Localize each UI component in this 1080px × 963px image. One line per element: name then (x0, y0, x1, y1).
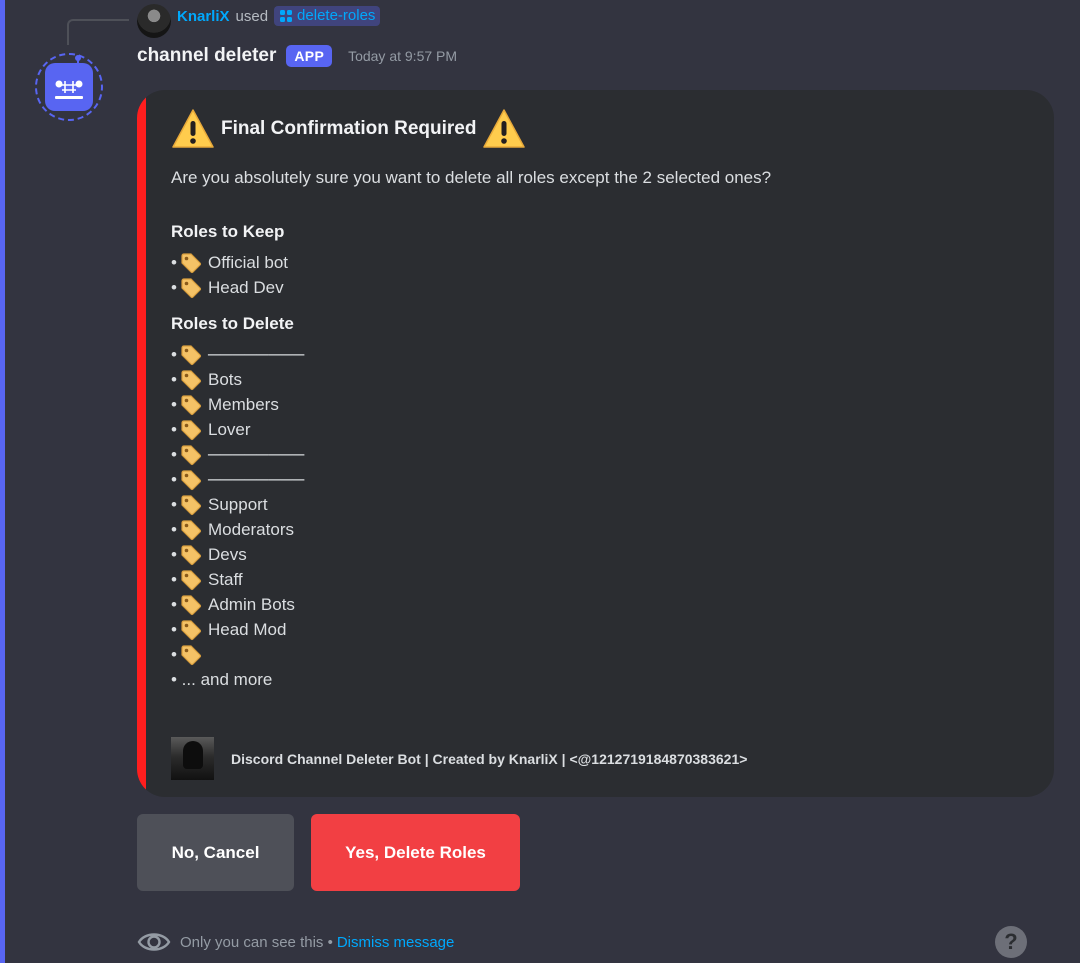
bullet: • (171, 369, 177, 389)
role-list-item: • Moderators (171, 517, 1024, 542)
role-name: Head Mod (208, 619, 287, 639)
label-tag-icon (181, 594, 202, 615)
role-list-item: • Bots (171, 367, 1024, 392)
reply-spine (67, 19, 129, 45)
role-list-item: • Members (171, 392, 1024, 417)
label-tag-icon (181, 444, 202, 465)
message-timestamp[interactable]: Today at 9:57 PM (348, 48, 457, 64)
bullet: • (171, 469, 177, 489)
highlight-accent-bar (0, 0, 5, 963)
role-name: ──────── (208, 444, 305, 464)
confirmation-embed: Final Confirmation Required Are you abso… (137, 90, 1054, 797)
bullet: • (171, 444, 177, 464)
bullet: • (171, 569, 177, 589)
eye-icon (137, 933, 171, 951)
slash-command-pill[interactable]: delete-roles (274, 6, 381, 26)
reply-user-avatar[interactable] (137, 4, 171, 38)
label-tag-icon (181, 419, 202, 440)
label-tag-icon (181, 544, 202, 565)
embed-color-strip (137, 90, 146, 797)
role-list-item: • ──────── (171, 442, 1024, 467)
help-icon[interactable]: ? (995, 926, 1027, 958)
bullet: • (171, 494, 177, 514)
bullet: • (171, 544, 177, 564)
role-list-item: • Head Dev (171, 275, 1024, 300)
roles-to-keep-heading: Roles to Keep (171, 222, 285, 241)
role-name: Admin Bots (208, 594, 295, 614)
role-name: Staff (208, 569, 243, 589)
role-name: Members (208, 394, 279, 414)
role-list-item: • Admin Bots (171, 592, 1024, 617)
embed-description: Are you absolutely sure you want to dele… (171, 168, 772, 187)
message-header: channel deleter APP Today at 9:57 PM (137, 45, 457, 67)
bullet: • (171, 519, 177, 539)
embed-title: Final Confirmation Required (171, 108, 1024, 150)
role-list-item: • ──────── (171, 467, 1024, 492)
bullet: • (171, 644, 177, 664)
label-tag-icon (181, 519, 202, 540)
role-name: Moderators (208, 519, 294, 539)
bullet: • (171, 594, 177, 614)
role-name: ──────── (208, 344, 305, 364)
cancel-button[interactable]: No, Cancel (137, 814, 294, 891)
and-more-text: • ... and more (171, 669, 273, 689)
role-name: ──────── (208, 469, 305, 489)
roles-to-delete-list: • ──────── • Bots • Members • Lover • ──────── • ──… (171, 342, 1024, 667)
role-list-item: • Support (171, 492, 1024, 517)
label-tag-icon (181, 277, 202, 298)
bullet: • (171, 277, 177, 297)
role-name: Devs (208, 544, 247, 564)
app-command-icon (280, 9, 293, 22)
bullet: • (171, 344, 177, 364)
label-tag-icon (181, 569, 202, 590)
role-list-item: • Lover (171, 417, 1024, 442)
role-name: Bots (208, 369, 243, 389)
reply-username[interactable]: KnarliX (177, 8, 230, 25)
role-list-item: • Devs (171, 542, 1024, 567)
label-tag-icon (181, 494, 202, 515)
role-name: Head Dev (208, 277, 284, 297)
bot-face-icon (55, 80, 83, 99)
label-tag-icon (181, 469, 202, 490)
role-list-item: • ──────── (171, 342, 1024, 367)
bullet: • (171, 419, 177, 439)
roles-to-delete-heading: Roles to Delete (171, 314, 294, 333)
footer-thumbnail (171, 737, 214, 780)
role-name: Support (208, 494, 268, 514)
dismiss-message-link[interactable]: Dismiss message (337, 934, 455, 951)
label-tag-icon (181, 369, 202, 390)
ephemeral-notice: Only you can see this • Dismiss message (137, 928, 454, 956)
delete-roles-button[interactable]: Yes, Delete Roles (311, 814, 520, 891)
bullet: • (171, 252, 177, 272)
role-name: Official bot (208, 252, 289, 272)
footer-text: Discord Channel Deleter Bot | Created by… (231, 750, 748, 767)
role-list-item: • Staff (171, 567, 1024, 592)
reply-used-text: used (235, 7, 269, 25)
label-tag-icon (181, 619, 202, 640)
bot-avatar[interactable] (35, 53, 103, 121)
warning-icon (483, 109, 526, 148)
role-list-item: • Official bot (171, 250, 1024, 275)
role-list-item: • Head Mod (171, 617, 1024, 642)
role-name: Lover (208, 419, 251, 439)
label-tag-icon (181, 344, 202, 365)
reply-reference[interactable]: KnarliX used delete-roles (137, 4, 381, 38)
label-tag-icon (181, 394, 202, 415)
bullet: • (171, 619, 177, 639)
warning-icon (172, 109, 214, 148)
embed-title-text: Final Confirmation Required (221, 118, 477, 139)
label-tag-icon (181, 252, 202, 273)
label-tag-icon (181, 644, 202, 665)
ephemeral-text: Only you can see this • (180, 933, 333, 951)
bullet: • (171, 394, 177, 414)
embed-footer: Discord Channel Deleter Bot | Created by… (171, 737, 747, 780)
app-badge: APP (286, 45, 333, 67)
bot-username[interactable]: channel deleter (137, 45, 276, 67)
role-list-item: • (171, 642, 1024, 667)
slash-command-name: delete-roles (297, 7, 376, 24)
roles-to-keep-list: • Official bot • Head Dev (171, 250, 1024, 300)
